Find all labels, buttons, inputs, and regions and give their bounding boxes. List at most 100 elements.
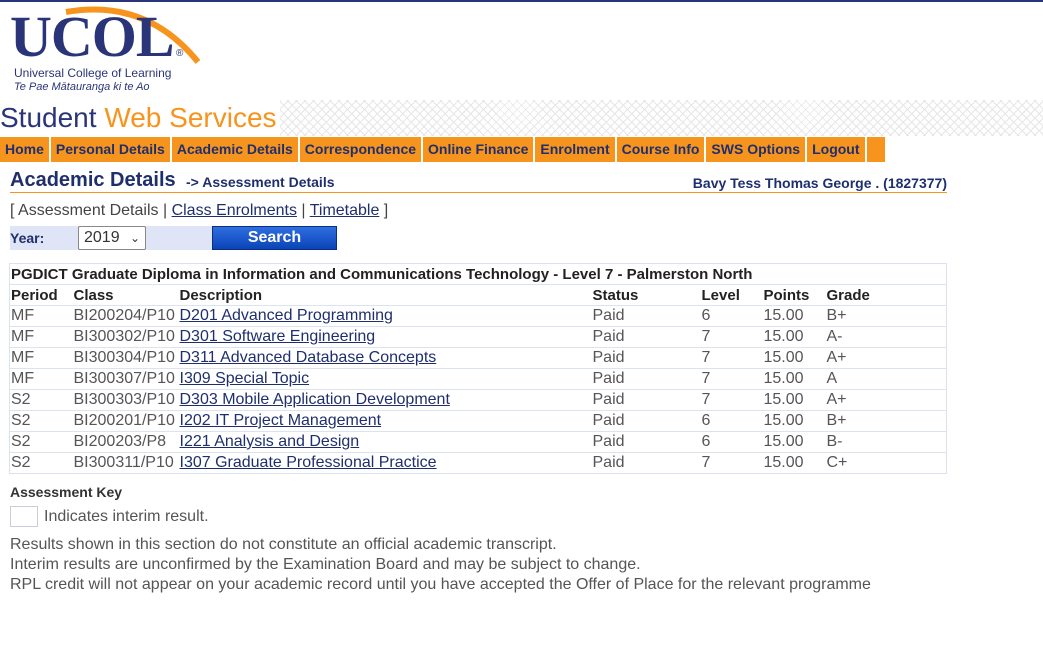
cell-level: 7 — [700, 347, 763, 369]
programme-row: PGDICT Graduate Diploma in Information a… — [9, 263, 947, 285]
cell-grade: A- — [825, 326, 947, 348]
nav-home[interactable]: Home — [0, 137, 51, 162]
table-row: S2 BI200201/P10 I202 IT Project Manageme… — [9, 410, 947, 432]
cell-period: S2 — [9, 410, 73, 432]
col-level: Level — [700, 284, 763, 306]
col-description: Description — [178, 284, 592, 306]
logo-word: UCOL — [10, 4, 175, 69]
course-link[interactable]: D301 Software Engineering — [180, 328, 376, 345]
course-link[interactable]: D303 Mobile Application Development — [180, 391, 450, 408]
cell-points: 15.00 — [762, 431, 826, 453]
course-link[interactable]: D311 Advanced Database Concepts — [180, 349, 437, 366]
nav-enrolment[interactable]: Enrolment — [535, 137, 617, 162]
table-row: MF BI300304/P10 D311 Advanced Database C… — [9, 347, 947, 369]
cell-grade: A+ — [825, 347, 947, 369]
cell-grade: A — [825, 368, 947, 390]
table-row: MF BI200204/P10 D201 Advanced Programmin… — [9, 305, 947, 327]
nav-personal-details[interactable]: Personal Details — [51, 137, 172, 162]
cell-points: 15.00 — [762, 410, 826, 432]
cell-period: MF — [9, 326, 73, 348]
cell-level: 6 — [700, 410, 763, 432]
nav-tail — [867, 137, 885, 162]
cell-class: BI300303/P10 — [72, 389, 179, 411]
cell-period: MF — [9, 305, 73, 327]
cell-points: 15.00 — [762, 326, 826, 348]
cell-period: S2 — [9, 389, 73, 411]
nav-academic-details[interactable]: Academic Details — [172, 137, 300, 162]
cell-status: Paid — [591, 389, 701, 411]
search-button[interactable]: Search — [212, 226, 337, 250]
cell-class: BI300307/P10 — [72, 368, 179, 390]
interim-key-label: Indicates interim result. — [44, 508, 209, 525]
cell-class: BI200203/P8 — [72, 431, 179, 453]
nav-online-finance[interactable]: Online Finance — [423, 137, 536, 162]
cell-level: 7 — [700, 452, 763, 474]
banner-title: Student Web Services — [0, 102, 277, 134]
table-row: MF BI300307/P10 I309 Special Topic Paid … — [9, 368, 947, 390]
note-rpl: RPL credit will not appear on your acade… — [10, 576, 871, 593]
table-row: S2 BI300303/P10 D303 Mobile Application … — [9, 389, 947, 411]
col-grade: Grade — [825, 284, 947, 306]
nav-course-info[interactable]: Course Info — [617, 137, 707, 162]
cell-status: Paid — [591, 452, 701, 474]
ucol-logo: UCOL ® Universal College of Learning Te … — [6, 4, 206, 96]
cell-points: 15.00 — [762, 368, 826, 390]
cell-level: 7 — [700, 368, 763, 390]
cell-level: 6 — [700, 305, 763, 327]
assessment-table: PGDICT Graduate Diploma in Information a… — [9, 263, 947, 474]
header-row: Period Class Description Status Level Po… — [9, 284, 947, 306]
year-select-value: 2019 — [84, 229, 120, 246]
cell-class: BI200204/P10 — [72, 305, 179, 327]
col-points: Points — [762, 284, 826, 306]
course-link[interactable]: I309 Special Topic — [180, 370, 310, 387]
cell-status: Paid — [591, 410, 701, 432]
col-status: Status — [591, 284, 701, 306]
nav-correspondence[interactable]: Correspondence — [300, 137, 424, 162]
cell-points: 15.00 — [762, 305, 826, 327]
sublink-timetable[interactable]: Timetable — [310, 202, 380, 219]
banner-pattern — [280, 100, 1043, 136]
nav-logout[interactable]: Logout — [807, 137, 867, 162]
course-link[interactable]: I202 IT Project Management — [180, 412, 382, 429]
note-interim: Interim results are unconfirmed by the E… — [10, 556, 641, 573]
top-border — [0, 0, 1043, 2]
table-row: S2 BI200203/P8 I221 Analysis and Design … — [9, 431, 947, 453]
sublink-assessment-details: Assessment Details — [18, 202, 159, 219]
cell-level: 7 — [700, 326, 763, 348]
main-nav: Home Personal Details Academic Details C… — [0, 137, 885, 162]
programme-title: PGDICT Graduate Diploma in Information a… — [9, 263, 947, 285]
col-period: Period — [9, 284, 73, 306]
col-class: Class — [72, 284, 179, 306]
nav-sws-options[interactable]: SWS Options — [706, 137, 808, 162]
interim-key-swatch — [10, 506, 38, 527]
cell-grade: B+ — [825, 410, 947, 432]
cell-class: BI200201/P10 — [72, 410, 179, 432]
course-link[interactable]: I221 Analysis and Design — [180, 433, 360, 450]
cell-status: Paid — [591, 326, 701, 348]
cell-class: BI300311/P10 — [72, 452, 179, 474]
cell-period: MF — [9, 368, 73, 390]
cell-points: 15.00 — [762, 452, 826, 474]
cell-status: Paid — [591, 305, 701, 327]
cell-status: Paid — [591, 431, 701, 453]
student-name: Bavy Tess Thomas George . (1827377) — [692, 175, 947, 191]
cell-status: Paid — [591, 368, 701, 390]
cell-class: BI300302/P10 — [72, 326, 179, 348]
cell-grade: B+ — [825, 305, 947, 327]
logo-maori-tagline: Te Pae Mātauranga ki te Ao — [14, 81, 150, 93]
cell-period: MF — [9, 347, 73, 369]
year-select[interactable]: 2019 ⌄ — [78, 226, 146, 250]
logo-tagline: Universal College of Learning — [14, 66, 172, 80]
cell-class: BI300304/P10 — [72, 347, 179, 369]
banner-title-student: Student — [0, 102, 97, 133]
cell-points: 15.00 — [762, 389, 826, 411]
banner-title-web-services: Web Services — [104, 102, 277, 133]
course-link[interactable]: D201 Advanced Programming — [180, 307, 393, 324]
cell-status: Paid — [591, 347, 701, 369]
year-label: Year: — [10, 230, 45, 246]
sub-navigation: [ Assessment Details | Class Enrolments … — [10, 202, 389, 219]
course-link[interactable]: I307 Graduate Professional Practice — [180, 454, 437, 471]
banner: Student Web Services — [0, 100, 1043, 136]
sublink-class-enrolments[interactable]: Class Enrolments — [172, 202, 297, 219]
disclaimer-notes: Results shown in this section do not con… — [10, 535, 871, 595]
